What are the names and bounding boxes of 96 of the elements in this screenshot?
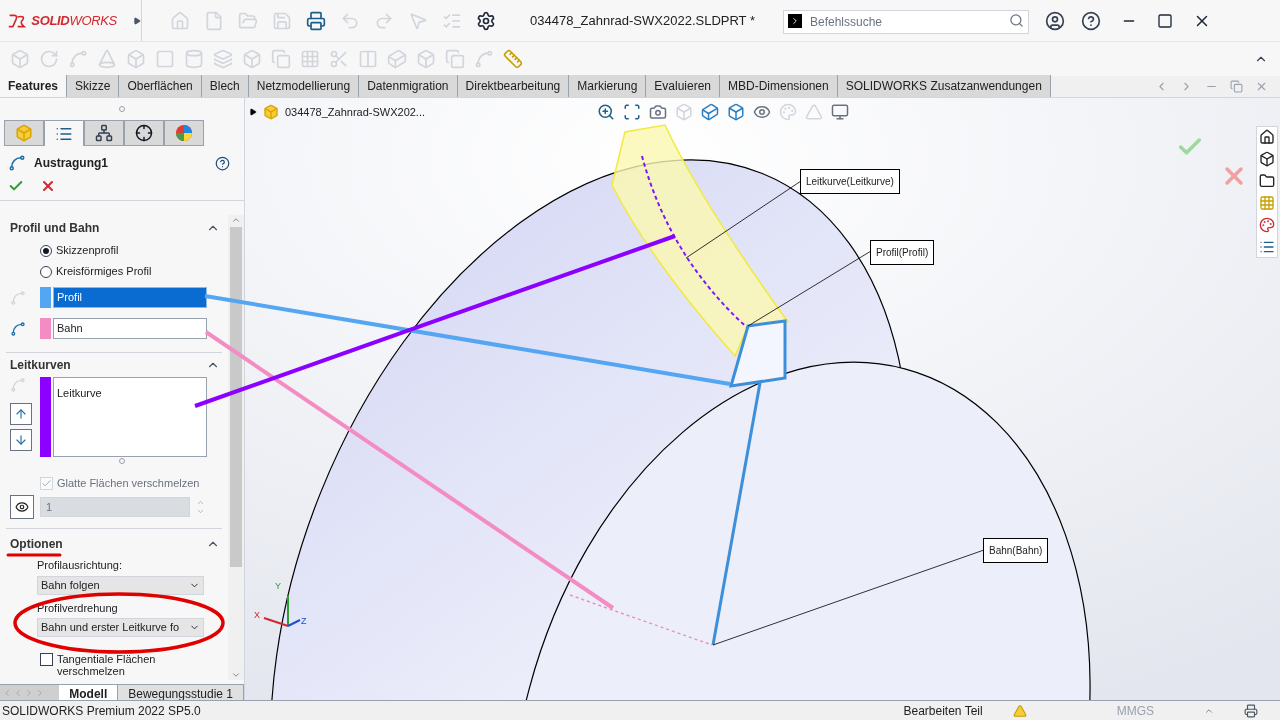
ribbon-tab[interactable]: Direktbearbeitung [457,75,570,97]
sweep-icon [8,154,26,172]
list-icon[interactable] [1259,239,1275,255]
scrollbar[interactable] [228,215,244,680]
ribbon-tab[interactable]: Features [0,75,68,97]
checkbox-label: Glatte Flächen verschmelzen [57,475,200,491]
home-icon[interactable] [1259,129,1275,145]
camera-icon[interactable] [649,103,667,121]
expand-icon[interactable] [249,108,257,117]
scroll-up-icon[interactable] [231,215,241,225]
annotation-underline [6,553,62,557]
color-wheel-icon [175,124,193,142]
section-title: Leitkurven [10,358,71,372]
appearance-icon[interactable] [1259,217,1275,233]
new-file-icon[interactable] [204,10,224,31]
spin-icon[interactable] [196,498,205,516]
app-logo-text: SOLIDWORKS [31,11,117,30]
search-icon[interactable] [1009,12,1024,28]
ribbon-tab[interactable]: Markierung [569,75,647,97]
ribbon-tab[interactable]: MBD-Dimensionen [720,75,838,97]
section-title: Optionen [10,537,63,551]
field-label: Profilverdrehung [37,600,118,616]
scroll-down-icon[interactable] [231,670,241,680]
move-down-button[interactable] [10,429,32,451]
list-item[interactable]: Leitkurve [57,387,102,399]
search-field[interactable]: Befehlssuche [783,9,1029,34]
user-icon[interactable] [1045,10,1065,31]
accept-icon[interactable] [1180,140,1200,153]
part-icon [15,124,33,142]
crosshair-icon [135,124,153,142]
dropdown[interactable]: Bahn folgen [37,575,204,595]
warning-icon[interactable] [1012,703,1027,718]
radio-label: Skizzenprofil [56,243,119,259]
help-icon[interactable] [215,155,230,171]
axis-label: Y [275,580,281,593]
undo-icon[interactable] [340,10,360,31]
printer-icon[interactable] [306,10,326,31]
ribbon-tab[interactable]: Netzmodellierung [248,75,360,97]
selection-field[interactable]: Bahn [53,318,207,339]
help-icon[interactable] [1081,10,1101,31]
window-title: 034478_Zahnrad-SWX2022.SLDPRT * [530,11,755,30]
expand-icon[interactable] [132,15,141,26]
curve-icon [10,377,26,393]
dropdown[interactable]: Bahn und erster Leitkurve fo [37,618,204,637]
panel-tab[interactable] [124,120,164,146]
callout-label: Profil(Profil) [870,240,935,265]
number-field[interactable]: 1 [40,497,190,517]
restore-icon[interactable] [1230,80,1243,93]
eye-button[interactable] [10,495,34,519]
checkbox[interactable] [40,653,53,666]
curve-icon[interactable] [474,49,494,69]
status-text: SOLIDWORKS Premium 2022 SP5.0 [2,702,201,720]
zoom-area-icon[interactable] [623,103,641,121]
callout-label: Bahn(Bahn) [983,538,1049,563]
selection-field[interactable]: Profil [53,287,207,308]
part-icon [263,104,279,121]
sweep-icon[interactable] [68,49,88,69]
cancel-icon[interactable] [40,178,56,194]
maximize-icon[interactable] [1157,12,1173,29]
ribbon-tab[interactable]: Blech [201,75,249,97]
redo-icon[interactable] [374,10,394,31]
axis-label: X [254,609,260,622]
list-box[interactable]: Leitkurve [53,377,207,457]
status-text: Bearbeiten Teil [903,702,983,720]
field-label: Profilausrichtung: [37,558,122,573]
radio-button[interactable] [40,244,52,257]
panel-tab[interactable] [84,120,124,146]
radio-label: Kreisförmiges Profil [56,264,152,280]
bottom-tab[interactable]: Bewegungsstudie 1 [118,685,244,700]
settings-icon[interactable] [476,10,496,31]
radio-button[interactable] [40,265,52,278]
eye-icon[interactable] [753,103,771,121]
bottom-tab[interactable]: Modell [59,685,119,700]
tab-scroll-buttons[interactable] [0,685,60,700]
callout-label: Leitkurve(Leitkurve) [800,169,900,194]
tree-item[interactable]: 034478_Zahnrad-SWX202... [285,104,426,121]
move-up-button[interactable] [10,403,32,425]
axis-triad-drawing [263,595,301,627]
tree-icon [95,124,113,142]
save-icon[interactable] [272,10,292,31]
section-title: Profil und Bahn [10,221,100,235]
folder-icon[interactable] [1259,173,1275,189]
checkbox-label: Tangentiale Flächen verschmelzen [57,653,157,677]
reject-icon[interactable] [1227,169,1241,183]
axis-label: Z [301,615,307,628]
ribbon-tab[interactable]: Datenmigration [359,75,458,97]
grid-icon[interactable] [300,49,320,69]
eye-icon [15,500,29,514]
zoom-fit-icon[interactable] [597,103,615,121]
monitor-icon[interactable] [831,103,849,121]
ribbon-tab[interactable]: Skizze [67,75,120,97]
ribbon-tab[interactable]: SOLIDWORKS Zusatzanwendungen [837,75,1051,97]
ribbon-tab[interactable]: Oberflächen [119,75,202,97]
ruler-icon[interactable] [503,49,523,69]
feature-title: Austragung1 [34,155,109,172]
ribbon-tab[interactable]: Evaluieren [646,75,720,97]
